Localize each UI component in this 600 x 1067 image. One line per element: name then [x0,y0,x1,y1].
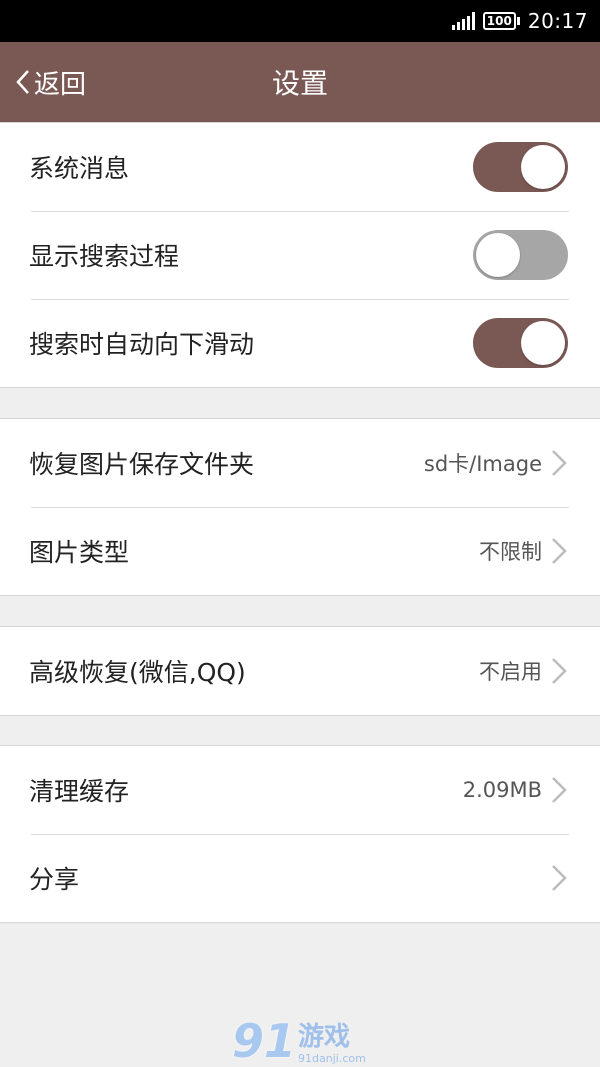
chevron-right-icon [552,538,567,564]
setting-image-type[interactable]: 图片类型 不限制 [0,507,600,595]
settings-group-images: 恢复图片保存文件夹 sd卡/Image 图片类型 不限制 [0,418,600,596]
setting-label: 高级恢复(微信,QQ) [29,658,246,687]
chevron-right-icon [552,658,567,684]
setting-label: 恢复图片保存文件夹 [29,450,255,479]
setting-label: 图片类型 [29,538,130,567]
setting-auto-scroll[interactable]: 搜索时自动向下滑动 [0,299,600,387]
watermark-name: 游戏 [298,1022,351,1052]
signal-icon [451,12,475,30]
navigation-bar: 返回 设置 [0,42,600,122]
chevron-right-icon [552,865,567,891]
setting-value: 2.09MB [462,778,542,802]
status-time: 20:17 [527,9,588,33]
setting-system-message[interactable]: 系统消息 [0,123,600,211]
setting-label: 搜索时自动向下滑动 [29,330,255,359]
setting-value: sd卡/Image [423,452,542,476]
chevron-right-icon [552,777,567,803]
setting-label: 显示搜索过程 [29,242,180,271]
watermark-number: 91 [232,1014,297,1067]
chevron-left-icon [16,70,29,94]
back-label: 返回 [34,69,87,100]
settings-group-advanced: 高级恢复(微信,QQ) 不启用 [0,626,600,716]
page-title: 设置 [271,67,328,100]
setting-clear-cache[interactable]: 清理缓存 2.09MB [0,746,600,834]
setting-value: 不启用 [479,660,542,684]
setting-label: 清理缓存 [29,777,130,806]
battery-icon: 100 [482,12,520,30]
system-message-toggle[interactable] [473,142,568,192]
setting-label: 分享 [29,865,80,894]
watermark-url: 91danji.com [298,1052,366,1065]
setting-share[interactable]: 分享 [0,834,600,922]
setting-save-folder[interactable]: 恢复图片保存文件夹 sd卡/Image [0,419,600,507]
show-search-process-toggle[interactable] [473,230,568,280]
auto-scroll-toggle[interactable] [473,318,568,368]
setting-label: 系统消息 [29,154,130,183]
setting-advanced-recovery[interactable]: 高级恢复(微信,QQ) 不启用 [0,627,600,715]
settings-group-notifications: 系统消息 显示搜索过程 搜索时自动向下滑动 [0,122,600,388]
setting-show-search-process[interactable]: 显示搜索过程 [0,211,600,299]
settings-group-misc: 清理缓存 2.09MB 分享 [0,745,600,923]
chevron-right-icon [552,450,567,476]
watermark-logo: 91 游戏 91danji.com [232,1010,372,1066]
battery-level: 100 [482,12,516,30]
setting-value: 不限制 [479,540,542,564]
status-bar: 100 20:17 [0,0,600,42]
back-button[interactable]: 返回 [14,42,86,122]
